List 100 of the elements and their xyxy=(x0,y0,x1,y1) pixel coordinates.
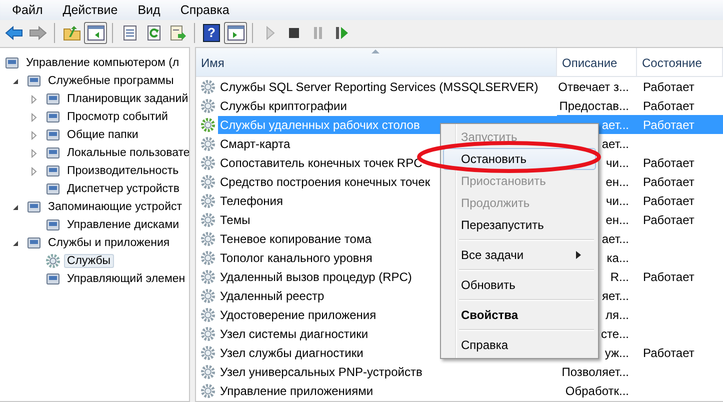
menu-item[interactable]: Действие xyxy=(52,3,128,17)
tree-item[interactable]: Служебные программы xyxy=(45,74,177,88)
expanded-arrow-icon[interactable] xyxy=(11,203,19,211)
table-cell: Работает xyxy=(643,270,694,284)
back-arrow-icon xyxy=(4,24,22,40)
node-icon xyxy=(45,271,61,287)
menu-item[interactable]: Свойства xyxy=(443,304,596,326)
table-cell: ка... xyxy=(606,250,629,264)
gear-icon xyxy=(200,364,216,380)
service-name[interactable]: Узел универсальных PNP-устройств xyxy=(218,362,424,380)
tree-item[interactable]: Управляющий элемен xyxy=(64,272,188,286)
service-name[interactable]: Узел системы диагностики xyxy=(218,324,370,342)
column-header[interactable]: Описание xyxy=(557,48,637,76)
tree-item[interactable]: Просмотр событий xyxy=(64,110,171,124)
expanded-arrow-icon[interactable] xyxy=(11,77,19,85)
menu-item[interactable]: Вид xyxy=(128,3,170,17)
tree-item[interactable]: Службы и приложения xyxy=(45,236,173,250)
gear-icon xyxy=(200,230,216,246)
table-cell: Работает xyxy=(643,194,694,208)
node-icon xyxy=(45,181,61,197)
service-name[interactable]: Удаленный вызов процедур (RPC) xyxy=(218,268,414,286)
document-icon xyxy=(120,24,138,40)
tree-button[interactable] xyxy=(84,22,107,44)
menu-item[interactable]: Справка xyxy=(443,334,596,356)
tree-item[interactable]: Производительность xyxy=(64,164,182,178)
refresh-icon xyxy=(144,24,162,40)
service-name[interactable]: Управление приложениями xyxy=(218,382,376,400)
table-cell: ает... xyxy=(602,118,629,132)
service-name[interactable]: Тополог канального уровня xyxy=(218,248,374,266)
service-name[interactable]: Удаленный реестр xyxy=(218,286,326,304)
table-cell: Работает xyxy=(643,156,694,170)
tree-item[interactable]: Планировщик заданий xyxy=(64,92,189,106)
tree-item[interactable]: Управление компьютером (л xyxy=(23,56,182,70)
node-icon xyxy=(45,91,61,107)
service-name[interactable]: Узел службы диагностики xyxy=(218,344,366,362)
submenu-arrow-icon xyxy=(576,251,581,259)
submenu-item[interactable]: Все задачи xyxy=(443,244,596,266)
gear-icon xyxy=(200,192,216,208)
table-cell: ает... xyxy=(602,232,629,246)
forward-arrow-icon xyxy=(28,24,46,40)
node-icon xyxy=(45,145,61,161)
table-cell: ля... xyxy=(605,308,629,322)
table-cell: Работает xyxy=(643,346,694,360)
column-header[interactable]: Имя xyxy=(196,48,557,76)
gear-icon xyxy=(200,136,216,152)
table-cell: Работает xyxy=(643,174,694,188)
menu-item[interactable]: Файл xyxy=(2,3,53,17)
gear-icon xyxy=(45,253,61,269)
gear-icon xyxy=(200,382,216,398)
gear-icon xyxy=(200,344,216,360)
gear-icon xyxy=(200,116,216,132)
export-icon xyxy=(168,24,186,40)
service-name[interactable]: Теневое копирование тома xyxy=(218,230,374,248)
pane-button[interactable] xyxy=(224,22,247,44)
gear-icon xyxy=(200,78,216,94)
tree-item[interactable]: Локальные пользовате xyxy=(64,146,189,160)
service-name[interactable]: Средство построения конечных точек xyxy=(218,172,432,190)
table-cell: яет... xyxy=(602,288,629,302)
table-cell: R... xyxy=(610,270,629,284)
table-cell: уж... xyxy=(604,346,629,360)
node-icon xyxy=(45,163,61,179)
help-button[interactable]: ? xyxy=(200,22,223,44)
sort-icon xyxy=(371,49,380,54)
gear-icon xyxy=(200,268,216,284)
gear-icon xyxy=(200,212,216,228)
panel-icon xyxy=(86,24,104,40)
service-name[interactable]: Телефония xyxy=(218,192,285,210)
panel-icon xyxy=(226,24,244,40)
table-cell: ает... xyxy=(602,136,629,150)
node-icon xyxy=(45,217,61,233)
node-icon xyxy=(45,127,61,143)
folder-arrow-icon xyxy=(62,24,80,40)
service-name[interactable]: Удостоверение приложения xyxy=(218,306,378,324)
table-cell: Работает xyxy=(643,118,694,132)
tree-item[interactable]: Общие папки xyxy=(64,128,142,142)
table-cell: Работает xyxy=(643,212,694,226)
service-name[interactable]: Смарт-карта xyxy=(218,134,292,152)
node-icon xyxy=(26,199,42,215)
tree-item[interactable]: Диспетчер устройств xyxy=(64,182,182,196)
menu-item[interactable]: Перезапустить xyxy=(443,214,596,236)
menu-item[interactable]: Справка xyxy=(170,3,240,17)
table-cell: чи... xyxy=(606,156,629,170)
service-name[interactable]: Службы криптографии xyxy=(218,96,349,114)
service-name[interactable]: Службы SQL Server Reporting Services (MSSQLSERVER) xyxy=(218,78,540,96)
tree-item[interactable]: Управление дисками xyxy=(64,218,182,232)
table-cell: Предостав... xyxy=(559,98,629,112)
table-cell: Работает xyxy=(643,80,694,94)
tree-item[interactable]: Запоминающие устройст xyxy=(45,200,186,214)
table-cell: сте... xyxy=(600,326,629,340)
tree-item[interactable]: Службы xyxy=(64,254,114,268)
expanded-arrow-icon[interactable] xyxy=(11,239,19,247)
service-name[interactable]: Темы xyxy=(218,210,252,228)
column-header[interactable]: Состояние xyxy=(637,48,723,76)
node-icon xyxy=(45,109,61,125)
table-cell: Позволяет... xyxy=(562,364,629,378)
table-cell: Отвечает з... xyxy=(558,80,629,94)
table-cell: Работает xyxy=(643,98,694,112)
menu-item[interactable]: Обновить xyxy=(443,274,596,296)
node-icon xyxy=(4,55,20,71)
table-cell: ен... xyxy=(606,174,629,188)
